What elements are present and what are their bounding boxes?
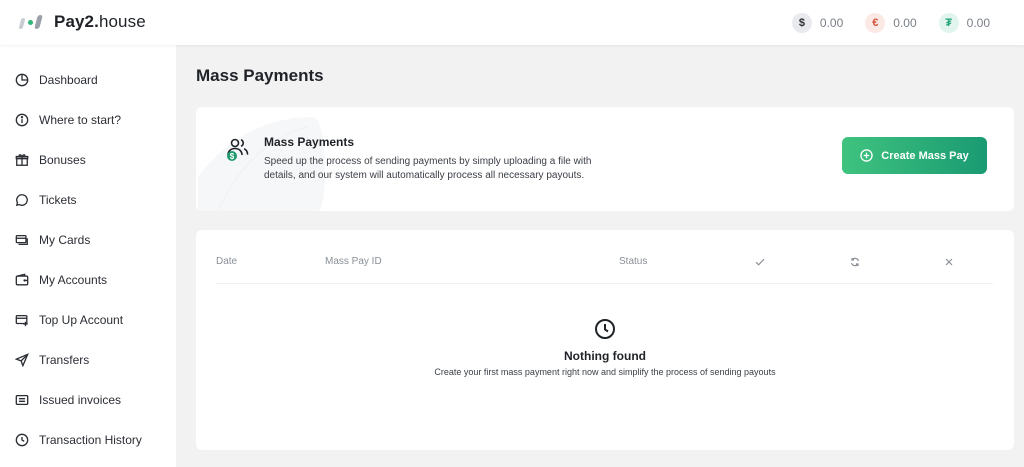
sidebar-item-transaction-history[interactable]: Transaction History	[0, 420, 176, 460]
sidebar-item-label: Top Up Account	[39, 313, 124, 327]
balance-amount: 0.00	[966, 16, 990, 30]
sidebar-item-label: Tickets	[39, 193, 77, 207]
balance-amount: 0.00	[893, 16, 917, 30]
balance-amount: 0.00	[819, 16, 844, 30]
sidebar-item-label: Dashboard	[39, 73, 98, 87]
column-status[interactable]: Status	[619, 256, 647, 267]
gift-icon	[15, 153, 29, 167]
brand-logo[interactable]: Pay2.house	[18, 12, 146, 32]
column-mass-pay-id[interactable]: Mass Pay ID	[325, 256, 382, 267]
balance-usd[interactable]: $ 0.00	[791, 13, 844, 33]
sidebar: Dashboard Where to start? Bonuses Ticket…	[0, 45, 176, 467]
page-title: Mass Payments	[196, 66, 324, 85]
euro-icon: €	[865, 13, 886, 33]
empty-state-title: Nothing found	[564, 349, 646, 363]
sidebar-item-transfers[interactable]: Transfers	[0, 340, 176, 380]
sidebar-item-my-accounts[interactable]: My Accounts	[0, 260, 176, 300]
mass-payments-intro-card: $ Mass Payments Speed up the process of …	[196, 107, 1014, 211]
sidebar-item-label: Bonuses	[39, 153, 86, 167]
sidebar-item-tickets[interactable]: Tickets	[0, 180, 176, 220]
users-dollar-icon: $	[227, 138, 249, 161]
balances: $ 0.00 € 0.00 ₮ 0.00	[791, 13, 990, 33]
sidebar-item-dashboard[interactable]: Dashboard	[0, 60, 176, 100]
sidebar-item-label: Issued invoices	[39, 393, 122, 407]
invoice-icon	[15, 393, 29, 407]
clock-icon	[595, 319, 615, 339]
wallet-icon	[15, 273, 29, 287]
create-mass-pay-button[interactable]: Create Mass Pay	[842, 137, 987, 174]
sidebar-item-where-to-start[interactable]: Where to start?	[0, 100, 176, 140]
info-icon	[15, 113, 29, 127]
create-mass-pay-label: Create Mass Pay	[881, 149, 969, 162]
empty-state: Nothing found Create your first mass pay…	[196, 318, 1014, 377]
cards-icon	[15, 233, 29, 247]
logo-mark-icon	[18, 12, 48, 32]
sidebar-item-label: My Cards	[39, 233, 91, 247]
plus-circle-icon	[860, 149, 873, 162]
sidebar-item-bonuses[interactable]: Bonuses	[0, 140, 176, 180]
balance-eur[interactable]: € 0.00	[865, 13, 917, 33]
send-icon	[15, 353, 29, 367]
brand-name-bold: Pay2.	[54, 12, 99, 31]
sidebar-item-my-cards[interactable]: My Cards	[0, 220, 176, 260]
sidebar-item-label: Transfers	[39, 353, 90, 367]
sidebar-item-issued-invoices[interactable]: Issued invoices	[0, 380, 176, 420]
table-header: Date Mass Pay ID Status	[216, 256, 993, 284]
refresh-icon[interactable]	[850, 257, 860, 267]
intro-title: Mass Payments	[264, 135, 355, 149]
svg-text:$: $	[230, 152, 235, 161]
sidebar-item-label: Where to start?	[39, 113, 122, 127]
sidebar-item-label: Transaction History	[39, 433, 142, 447]
check-icon[interactable]	[755, 257, 765, 267]
brand-name: Pay2.house	[54, 12, 146, 32]
tether-icon: ₮	[938, 13, 959, 33]
empty-state-description: Create your first mass payment right now…	[434, 367, 776, 377]
top-header: Pay2.house $ 0.00 € 0.00 ₮ 0.00	[0, 0, 1024, 45]
brand-name-light: house	[98, 12, 146, 31]
balance-usdt[interactable]: ₮ 0.00	[938, 13, 990, 33]
mass-payments-table: Date Mass Pay ID Status Nothing found Cr…	[196, 230, 1014, 450]
clock-icon	[15, 433, 29, 447]
dollar-icon: $	[791, 13, 812, 33]
intro-description: Speed up the process of sending payments…	[264, 156, 592, 181]
sidebar-item-top-up-account[interactable]: Top Up Account	[0, 300, 176, 340]
pie-chart-icon	[15, 73, 29, 87]
close-icon[interactable]	[944, 257, 954, 267]
sidebar-item-label: My Accounts	[39, 273, 108, 287]
chat-bubble-icon	[15, 193, 29, 207]
top-up-icon	[15, 313, 29, 327]
column-date[interactable]: Date	[216, 256, 237, 267]
